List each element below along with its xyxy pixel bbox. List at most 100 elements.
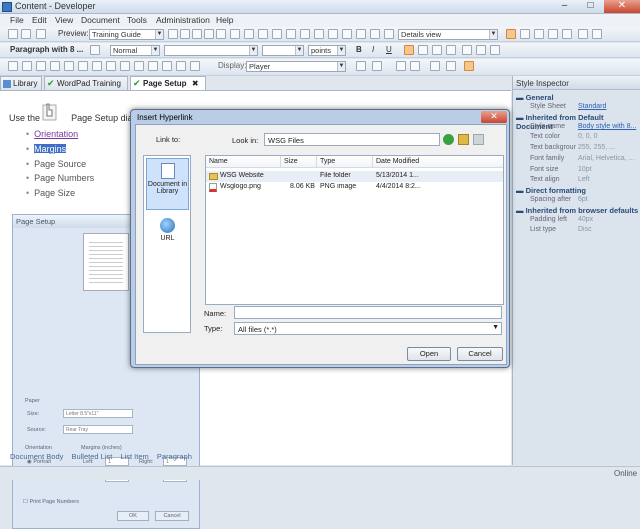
close-button[interactable]: ✕: [604, 0, 640, 13]
insert-icon-13[interactable]: [176, 61, 186, 71]
link-margins[interactable]: Margins: [34, 144, 67, 154]
maximize-button[interactable]: □: [578, 0, 603, 13]
format-dropdown-icon[interactable]: [90, 45, 100, 55]
font-color-icon[interactable]: [372, 61, 382, 71]
insert-icon-7[interactable]: [92, 61, 102, 71]
underline-button[interactable]: U: [386, 45, 392, 54]
menu-document[interactable]: Document: [81, 15, 120, 25]
menu-file[interactable]: File: [10, 15, 24, 25]
section-direct-formatting[interactable]: ▬ Direct formatting: [516, 186, 586, 195]
column-date-modified[interactable]: Date Modified: [373, 156, 503, 168]
layout-icon-6[interactable]: [578, 29, 588, 39]
layout-icon-3[interactable]: [534, 29, 544, 39]
outdent-icon[interactable]: [490, 45, 500, 55]
paragraph-format-label[interactable]: Paragraph with 8 ...: [10, 45, 83, 54]
layout-icon-4[interactable]: [548, 29, 558, 39]
file-row[interactable]: Wsglogo.png 8.06 KB PNG image 4/4/2014 8…: [206, 182, 503, 193]
justify-icon[interactable]: [446, 45, 456, 55]
menu-tools[interactable]: Tools: [127, 15, 147, 25]
style-combo[interactable]: Normal ▼: [110, 45, 160, 56]
superscript-icon[interactable]: [410, 61, 420, 71]
indent-icon[interactable]: [446, 61, 456, 71]
highlight-icon[interactable]: [430, 61, 440, 71]
toolbar-icon-g[interactable]: [244, 29, 254, 39]
insert-icon-5[interactable]: [64, 61, 74, 71]
tab-library[interactable]: Library: [0, 76, 42, 90]
new-icon[interactable]: [8, 29, 18, 39]
toolbar-icon-k[interactable]: [300, 29, 310, 39]
style-name-value[interactable]: Body style with 8...: [578, 123, 636, 130]
italic-button[interactable]: I: [372, 45, 374, 54]
insert-icon-3[interactable]: [36, 61, 46, 71]
link-orientation[interactable]: Orientation: [34, 129, 78, 139]
breadcrumb-bulleted-list[interactable]: Bulleted List: [71, 452, 112, 461]
place-url[interactable]: URL: [146, 214, 189, 250]
insert-icon-1[interactable]: [8, 61, 18, 71]
insert-icon-12[interactable]: [162, 61, 172, 71]
toolbar-icon-a[interactable]: [168, 29, 178, 39]
insert-icon-4[interactable]: [50, 61, 60, 71]
toolbar-icon-f[interactable]: [230, 29, 240, 39]
section-general[interactable]: ▬ General: [516, 93, 554, 102]
look-in-combo[interactable]: WSG Files: [264, 133, 440, 146]
style-sheet-value[interactable]: Standard: [578, 103, 606, 110]
file-row[interactable]: WSG Website File folder 5/13/2014 1...: [206, 171, 503, 182]
numbering-icon[interactable]: [476, 45, 486, 55]
breadcrumb-paragraph[interactable]: Paragraph: [157, 452, 192, 461]
insert-icon-14[interactable]: [190, 61, 200, 71]
up-folder-icon[interactable]: [458, 134, 469, 145]
toolbar-icon-m[interactable]: [328, 29, 338, 39]
toolbar-icon-h[interactable]: [258, 29, 268, 39]
font-combo[interactable]: ▼: [164, 45, 258, 56]
toolbar-icon-o[interactable]: [356, 29, 366, 39]
insert-icon-9[interactable]: [120, 61, 130, 71]
insert-icon-2[interactable]: [22, 61, 32, 71]
open-button[interactable]: Open: [407, 347, 451, 361]
menu-administration[interactable]: Administration: [156, 15, 210, 25]
insert-icon-6[interactable]: [78, 61, 88, 71]
close-tab-icon[interactable]: ✖: [192, 79, 199, 88]
column-name[interactable]: Name: [206, 156, 281, 168]
layout-icon-5[interactable]: [562, 29, 572, 39]
column-size[interactable]: Size: [281, 156, 317, 168]
insert-icon-10[interactable]: [134, 61, 144, 71]
undo-icon[interactable]: [36, 29, 46, 39]
type-combo[interactable]: All files (*.*) ▼: [234, 322, 502, 335]
text-style-icon[interactable]: [356, 61, 366, 71]
breadcrumb-list-item[interactable]: List Item: [120, 452, 148, 461]
tab-wordpad-training[interactable]: ✔ WordPad Training: [44, 76, 128, 90]
toolbar-icon-b[interactable]: [180, 29, 190, 39]
align-right-icon[interactable]: [432, 45, 442, 55]
align-left-icon[interactable]: [404, 45, 414, 55]
size-combo[interactable]: ▼: [262, 45, 304, 56]
insert-icon-11[interactable]: [148, 61, 158, 71]
layout-icon-1[interactable]: [506, 29, 516, 39]
new-folder-icon[interactable]: [473, 134, 484, 145]
list-format-icon[interactable]: [464, 61, 474, 71]
bullets-icon[interactable]: [462, 45, 472, 55]
place-document-in-library[interactable]: Document in Library: [146, 158, 189, 210]
toolbar-icon-e[interactable]: [216, 29, 226, 39]
menu-edit[interactable]: Edit: [32, 15, 47, 25]
toolbar-icon-c[interactable]: [192, 29, 202, 39]
toolbar-icon-j[interactable]: [286, 29, 296, 39]
section-browser-defaults[interactable]: ▬ Inherited from browser defaults: [516, 206, 638, 215]
cancel-button[interactable]: Cancel: [457, 347, 503, 361]
align-center-icon[interactable]: [418, 45, 428, 55]
insert-icon-8[interactable]: [106, 61, 116, 71]
toolbar-icon-q[interactable]: [384, 29, 394, 39]
display-combo[interactable]: Player ▼: [246, 61, 346, 72]
preview-combo[interactable]: Training Guide ▼: [89, 29, 164, 40]
menu-view[interactable]: View: [55, 15, 73, 25]
bold-button[interactable]: B: [356, 45, 362, 54]
name-input[interactable]: [234, 306, 502, 319]
toolbar-icon-l[interactable]: [314, 29, 324, 39]
dialog-close-button[interactable]: ✕: [481, 111, 507, 123]
save-icon[interactable]: [21, 29, 31, 39]
minimize-button[interactable]: –: [552, 0, 577, 13]
toolbar-icon-n[interactable]: [342, 29, 352, 39]
layout-icon-7[interactable]: [592, 29, 602, 39]
back-icon[interactable]: [443, 134, 454, 145]
toolbar-icon-d[interactable]: [204, 29, 214, 39]
units-combo[interactable]: points ▼: [308, 45, 346, 56]
